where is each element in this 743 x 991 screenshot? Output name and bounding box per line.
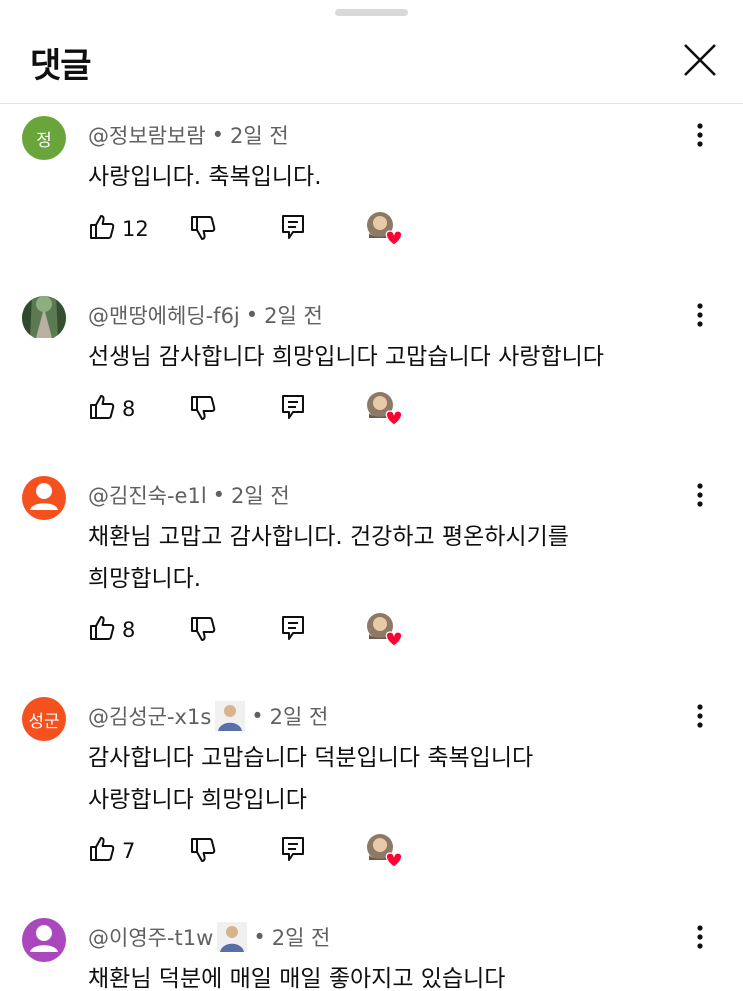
forest-path-photo [22,296,66,340]
person-icon [22,476,66,520]
avatar[interactable] [22,918,66,962]
reply-button[interactable] [279,833,307,869]
more-vert-icon [690,303,710,334]
comment-meta: @김진숙-e1l • 2일 전 [88,480,290,510]
close-button[interactable] [680,40,720,80]
creator-heart-icon [366,211,404,247]
comment-text: 채환님 고맙고 감사합니다. 건강하고 평온하시기를희망합니다. [88,516,569,600]
thumbs-down-icon [189,393,217,425]
page-title: 댓글 [30,46,92,86]
close-icon [684,44,716,76]
separator-dot: • [211,123,224,147]
thumbs-up-icon [88,213,116,245]
comment-actions: 12 [88,211,448,247]
reply-icon [279,213,307,245]
member-badge-icon [215,701,246,731]
author-handle[interactable]: @정보람보람 [88,120,206,150]
separator-dot: • [212,483,226,507]
like-count: 8 [122,618,136,642]
thumbs-down-icon [189,614,217,646]
comment-text: 채환님 덕분에 매일 매일 좋아지고 있습니다 [88,958,505,991]
avatar[interactable]: 정 [22,116,66,160]
dislike-button[interactable] [189,612,217,648]
comments-header: 댓글 [0,0,743,104]
reply-icon [279,393,307,425]
comment-actions: 7 [88,833,448,869]
more-vert-icon [690,123,710,154]
comment-text-line: 사랑입니다. 축복입니다. [88,164,322,190]
avatar[interactable]: 성군 [22,697,66,741]
thumbs-down-icon [189,213,217,245]
comment-text: 감사합니다 고맙습니다 덕분입니다 축복입니다사랑합니다 희망입니다 [88,737,533,821]
reply-icon [279,835,307,867]
comment-text-line: 사랑합니다 희망입니다 [88,787,307,813]
more-options-button[interactable] [690,480,710,510]
creator-heart-icon [366,391,404,427]
more-vert-icon [690,483,710,514]
comment-time: 2일 전 [230,124,289,148]
author-handle[interactable]: @맨땅에헤딩-f6j [88,300,240,330]
avatar[interactable] [22,476,66,520]
author-handle[interactable]: @김진숙-e1l [88,480,207,510]
comment-actions: 8 [88,612,448,648]
avatar[interactable] [22,296,66,340]
comment-meta: @이영주-t1w • 2일 전 [88,922,330,952]
comment-time: 2일 전 [231,484,290,508]
comment-time: 2일 전 [271,926,331,950]
comment-meta: @정보람보람 • 2일 전 [88,120,289,150]
more-options-button[interactable] [690,120,710,150]
member-badge-icon [217,922,248,952]
comment-actions: 8 [88,391,448,427]
person-icon [22,918,66,962]
reply-button[interactable] [279,211,307,247]
dislike-button[interactable] [189,211,217,247]
more-vert-icon [690,704,710,735]
thumbs-down-icon [189,835,217,867]
like-count: 7 [122,839,136,863]
like-button[interactable]: 8 [88,391,135,427]
reply-icon [279,614,307,646]
dislike-button[interactable] [189,833,217,869]
like-button[interactable]: 7 [88,833,135,869]
like-count: 12 [122,217,149,241]
like-button[interactable]: 8 [88,612,135,648]
thumbs-up-icon [88,614,116,646]
comment-text-line: 선생님 감사합니다 희망입니다 고맙습니다 사랑합니다 [88,344,604,370]
comment-text-line: 채환님 덕분에 매일 매일 좋아지고 있습니다 [88,966,506,991]
reply-button[interactable] [279,391,307,427]
dislike-button[interactable] [189,391,217,427]
thumbs-up-icon [88,393,116,425]
comment-text: 사랑입니다. 축복입니다. [88,156,322,198]
thumbs-up-icon [88,835,116,867]
separator-dot: • [245,303,259,327]
like-count: 8 [122,397,136,421]
comment-time: 2일 전 [269,705,329,729]
creator-heart-icon [366,833,404,869]
comment-meta: @맨땅에헤딩-f6j • 2일 전 [88,300,323,330]
comment-text-line: 감사합니다 고맙습니다 덕분입니다 축복입니다 [88,745,534,771]
more-options-button[interactable] [690,922,710,952]
author-handle[interactable]: @이영주-t1w [88,922,213,952]
comment-meta: @김성군-x1s • 2일 전 [88,701,328,731]
avatar-initial: 정 [36,130,52,151]
comment-text-line: 희망합니다. [88,566,202,592]
avatar-initial: 성군 [28,711,60,732]
creator-heart-icon [366,612,404,648]
more-options-button[interactable] [690,300,710,330]
more-vert-icon [690,925,710,956]
more-options-button[interactable] [690,701,710,731]
separator-dot: • [253,925,266,949]
comment-text: 선생님 감사합니다 희망입니다 고맙습니다 사랑합니다 [88,336,604,378]
comment-text-line: 채환님 고맙고 감사합니다. 건강하고 평온하시기를 [88,524,569,550]
reply-button[interactable] [279,612,307,648]
author-handle[interactable]: @김성군-x1s [88,701,211,731]
comment-time: 2일 전 [264,304,323,328]
like-button[interactable]: 12 [88,211,149,247]
separator-dot: • [251,704,264,728]
